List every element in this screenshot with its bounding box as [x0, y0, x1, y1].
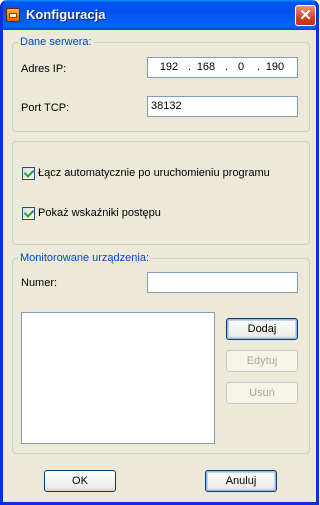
auto-connect-label[interactable]: Łącz automatycznie po uruchomieniu progr… [38, 167, 270, 179]
ok-button[interactable]: OK [44, 470, 116, 492]
show-progress-checkbox[interactable] [22, 207, 35, 220]
edit-button[interactable]: Edytuj [226, 350, 298, 372]
show-progress-label[interactable]: Pokaż wskaźniki postępu [38, 207, 161, 219]
number-label: Numer: [21, 277, 58, 289]
ip-address-field[interactable]: 192 . 168 . 0 . 190 [147, 57, 298, 78]
close-icon: ✕ [299, 7, 312, 24]
ip-octet-1[interactable]: 192 [152, 60, 186, 75]
number-input[interactable] [147, 272, 298, 293]
devices-group: Monitorowane urządzenia: Numer: Dodaj Ed… [12, 252, 310, 454]
config-window: Konfiguracja ✕ Dane serwera: Adres IP: 1… [0, 0, 319, 505]
title-bar[interactable]: Konfiguracja ✕ [3, 0, 316, 30]
devices-group-legend: Monitorowane urządzenia: [18, 252, 152, 264]
ip-octet-3[interactable]: 0 [224, 60, 258, 75]
close-button[interactable]: ✕ [295, 5, 316, 26]
devices-listbox[interactable] [21, 312, 215, 444]
cancel-button[interactable]: Anuluj [205, 470, 277, 492]
server-group: Dane serwera: Adres IP: 192 . 168 . 0 . … [12, 36, 310, 132]
add-button[interactable]: Dodaj [226, 318, 298, 340]
options-group: Łącz automatycznie po uruchomieniu progr… [12, 141, 310, 245]
port-field[interactable]: 38132 [147, 96, 298, 117]
app-icon [6, 8, 20, 22]
remove-button[interactable]: Usuń [226, 382, 298, 404]
port-label: Port TCP: [21, 102, 70, 114]
ip-octet-2[interactable]: 168 [189, 60, 223, 75]
server-group-legend: Dane serwera: [18, 36, 94, 48]
ip-label: Adres IP: [21, 63, 67, 75]
auto-connect-checkbox[interactable] [22, 167, 35, 180]
ip-octet-4[interactable]: 190 [258, 60, 292, 75]
window-title: Konfiguracja [26, 7, 106, 22]
